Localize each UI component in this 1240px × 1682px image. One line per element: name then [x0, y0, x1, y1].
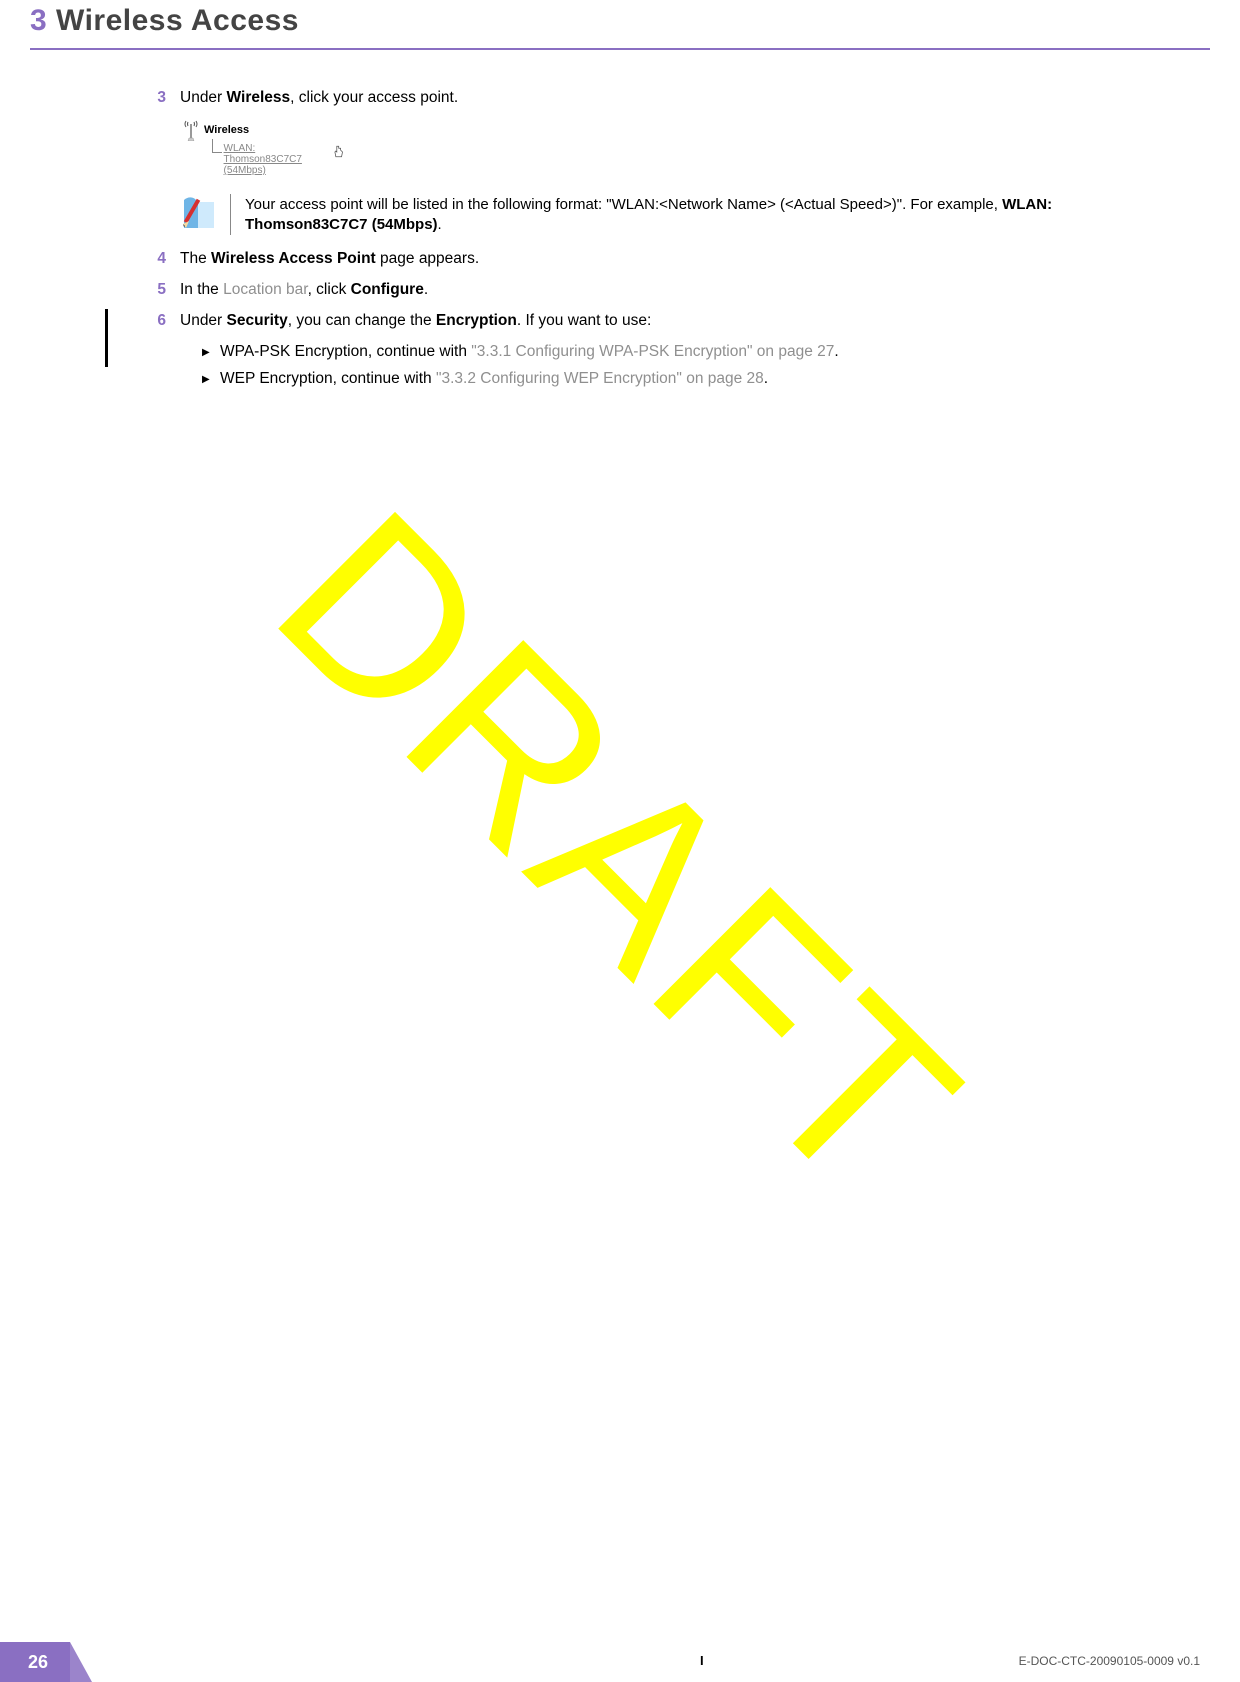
document-id: E-DOC-CTC-20090105-0009 v0.1 [1019, 1654, 1200, 1668]
change-bar [105, 309, 108, 367]
triangle-bullet-icon: ▶ [202, 369, 210, 390]
info-note: Your access point will be listed in the … [180, 194, 1160, 236]
step-number: 6 [148, 311, 166, 332]
step-text: Under [180, 89, 227, 106]
wireless-label: Wireless [204, 123, 249, 138]
step-bold: Encryption [436, 312, 517, 329]
list-item: ▶ WEP Encryption, continue with "3.3.2 C… [202, 369, 1160, 390]
pencil-note-icon [180, 194, 218, 232]
step-text: page appears. [376, 250, 479, 267]
step-bold: Security [227, 312, 288, 329]
bullet-text: WEP Encryption, continue with [220, 370, 436, 387]
step-text: , click your access point. [290, 89, 458, 106]
step-text: . If you want to use: [517, 312, 651, 329]
step-number: 3 [148, 88, 166, 109]
bullet-text: WPA-PSK Encryption, continue with [220, 343, 471, 360]
triangle-bullet-icon: ▶ [202, 342, 210, 363]
xref-link[interactable]: "3.3.1 Configuring WPA-PSK Encryption" o… [471, 343, 834, 360]
bullet-text: . [834, 343, 838, 360]
step-text: Under [180, 312, 227, 329]
tree-elbow-icon [212, 139, 222, 153]
page-number-tab: 26 [0, 1642, 70, 1682]
step-3: 3 Under Wireless, click your access poin… [148, 88, 1160, 109]
step-number: 5 [148, 280, 166, 301]
note-divider [230, 194, 231, 236]
step-text: The [180, 250, 211, 267]
step-4: 4 The Wireless Access Point page appears… [148, 249, 1160, 270]
page-number: 26 [28, 1652, 48, 1673]
antenna-icon [184, 119, 198, 141]
step-text: In the [180, 281, 223, 298]
step-bold: Wireless [227, 89, 291, 106]
xref-link[interactable]: "3.3.2 Configuring WEP Encryption" on pa… [436, 370, 764, 387]
draft-watermark: DRAFT [238, 471, 1002, 1235]
list-item: ▶ WPA-PSK Encryption, continue with "3.3… [202, 342, 1160, 363]
content-body: 3 Under Wireless, click your access poin… [148, 88, 1160, 396]
chapter-number: 3 [30, 4, 47, 37]
step-bold: Wireless Access Point [211, 250, 376, 267]
chapter-title: Wireless Access [56, 4, 299, 37]
wireless-tree-screenshot: Wireless WLAN: Thomson83C7C7 (54Mbps) [184, 119, 344, 176]
step-5: 5 In the Location bar, click Configure. [148, 280, 1160, 301]
note-text: Your access point will be listed in the … [245, 196, 1002, 213]
step-6: 6 Under Security, you can change the Enc… [148, 311, 1160, 332]
step-text: , you can change the [288, 312, 436, 329]
bullet-text: . [764, 370, 768, 387]
step-number: 4 [148, 249, 166, 270]
header-rule [30, 48, 1210, 50]
encryption-options-list: ▶ WPA-PSK Encryption, continue with "3.3… [202, 342, 1160, 390]
footer-mark: I [700, 1653, 706, 1668]
wlan-link-label: WLAN: Thomson83C7C7 [224, 143, 331, 165]
page-footer: 26 I E-DOC-CTC-20090105-0009 v0.1 [0, 1626, 1240, 1682]
step-text: , click [308, 281, 351, 298]
location-bar-ref: Location bar [223, 281, 307, 298]
chapter-header: 3 Wireless Access [30, 0, 1210, 50]
note-text: . [438, 216, 442, 233]
step-bold: Configure [351, 281, 424, 298]
wlan-speed-label: (54Mbps) [224, 165, 331, 176]
hand-cursor-icon [333, 145, 344, 159]
step-text: . [424, 281, 428, 298]
